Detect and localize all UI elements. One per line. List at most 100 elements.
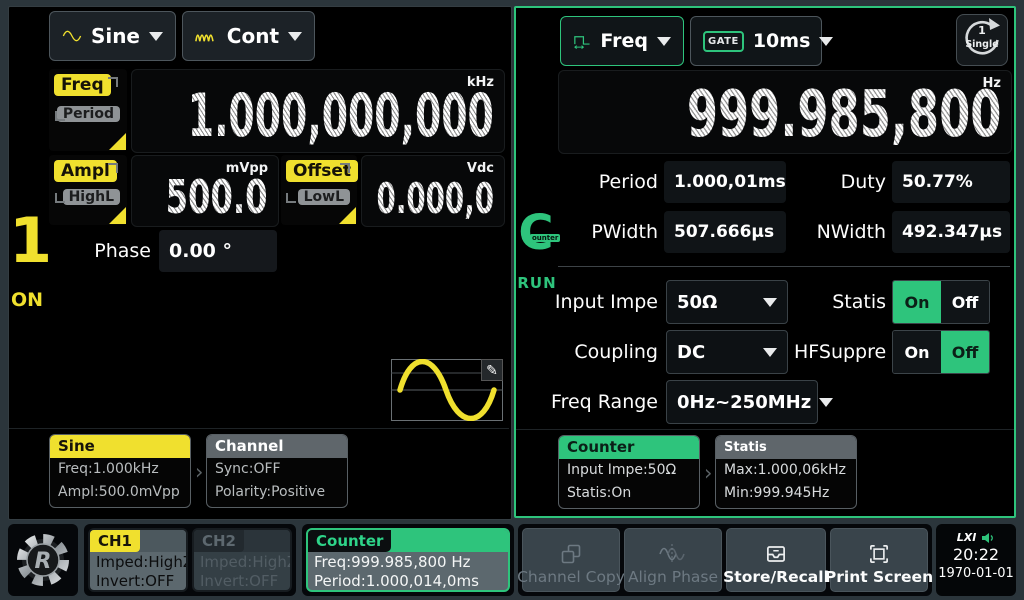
counter-function-select[interactable]: Freq bbox=[560, 16, 684, 66]
system-status-box: LXI 20:22 1970-01-01 bbox=[936, 524, 1016, 596]
statis-toggle: On Off bbox=[892, 280, 990, 324]
mode-select[interactable]: Cont bbox=[182, 11, 315, 61]
statis-info-max: Max:1.000,06kHz bbox=[716, 459, 856, 482]
corner-bracket bbox=[340, 163, 350, 173]
freq-value: 1.000,000,000 bbox=[188, 86, 494, 146]
counter-function-value: Freq bbox=[600, 30, 648, 52]
single-trigger-button[interactable]: 1 Single bbox=[956, 14, 1008, 66]
divider bbox=[516, 429, 1014, 430]
print-screen-label: Print Screen bbox=[825, 568, 933, 586]
freq-range-value: 0Hz~250MHz bbox=[677, 392, 811, 413]
hfsuppre-on-button[interactable]: On bbox=[893, 331, 941, 373]
period-alt-label: Period bbox=[57, 106, 120, 122]
statis-label: Statis bbox=[802, 280, 886, 324]
speaker-icon bbox=[981, 532, 995, 544]
gate-time-value: 10ms bbox=[753, 30, 811, 52]
chevron-down-icon bbox=[819, 37, 833, 46]
toggle-indicator-icon bbox=[109, 207, 126, 224]
offset-display[interactable]: Vdc 0.000,0 bbox=[361, 155, 505, 227]
print-screen-icon bbox=[866, 537, 892, 567]
counter-status-button[interactable]: Counter Freq:999.985,800 Hz Period:1.000… bbox=[306, 528, 510, 592]
coupling-label: Coupling bbox=[544, 330, 658, 374]
corner-bracket bbox=[108, 77, 118, 87]
freq-range-label: Freq Range bbox=[544, 380, 658, 424]
phase-input[interactable]: 0.00 ° bbox=[159, 230, 277, 272]
ch1-status-button[interactable]: CH1 Imped:HighZ Invert:OFF bbox=[88, 528, 188, 592]
input-impedance-select[interactable]: 50Ω bbox=[666, 280, 788, 324]
coupling-select[interactable]: DC bbox=[666, 330, 788, 374]
highl-alt-label: HighL bbox=[63, 189, 120, 205]
tab-counter-info[interactable]: Counter Input Impe:50Ω Statis:On bbox=[558, 435, 700, 509]
period-label: Period bbox=[548, 160, 658, 204]
corner-bracket bbox=[286, 193, 296, 203]
continuous-wave-icon bbox=[195, 25, 218, 47]
duty-value: 50.77% bbox=[892, 161, 1010, 203]
gear-logo-icon: R bbox=[15, 532, 71, 588]
pwidth-value: 507.666µs bbox=[664, 211, 786, 253]
hfsuppre-off-button[interactable]: Off bbox=[941, 331, 989, 373]
chevron-down-icon bbox=[288, 32, 302, 41]
channel-number: 1 bbox=[9, 209, 45, 273]
ch1-tab-label: CH1 bbox=[90, 530, 140, 552]
align-phase-label: Align Phase bbox=[628, 568, 718, 586]
counter-info-impe: Input Impe:50Ω bbox=[559, 459, 699, 482]
freq-range-select[interactable]: 0Hz~250MHz bbox=[666, 380, 818, 424]
counter-value: 999.985,800 bbox=[686, 83, 1001, 147]
statis-on-button[interactable]: On bbox=[893, 281, 941, 323]
frequency-display[interactable]: kHz 1.000,000,000 bbox=[131, 69, 505, 153]
edit-waveform-icon[interactable]: ✎ bbox=[481, 359, 503, 381]
ch1-impedance: Imped:HighZ bbox=[96, 553, 186, 572]
tab-statis-info[interactable]: Statis Max:1.000,06kHz Min:999.945Hz bbox=[715, 435, 857, 509]
freq-period-softkey[interactable]: Freq Period bbox=[49, 69, 127, 151]
counter-status-group: Counter Freq:999.985,800 Hz Period:1.000… bbox=[302, 524, 514, 596]
align-phase-button: Align Phase bbox=[624, 528, 722, 592]
ch2-impedance: Imped:HighZ bbox=[200, 553, 290, 572]
duty-label: Duty bbox=[806, 160, 886, 204]
mode-select-value: Cont bbox=[227, 24, 279, 48]
logo-group: R bbox=[8, 524, 78, 596]
counter-panel: C ounter RUN Freq GATE 10ms 1 Single bbox=[514, 6, 1016, 518]
waveform-select[interactable]: Sine bbox=[49, 11, 176, 61]
counter-main-display[interactable]: Hz 999.985,800 bbox=[558, 70, 1012, 154]
store-recall-button[interactable]: Store/Recall bbox=[726, 528, 826, 592]
channel-on-state: ON bbox=[9, 289, 45, 311]
single-label: Single bbox=[965, 39, 998, 50]
system-date: 1970-01-01 bbox=[936, 566, 1016, 581]
print-screen-button[interactable]: Print Screen bbox=[830, 528, 928, 592]
corner-bracket bbox=[55, 111, 65, 121]
gate-time-select[interactable]: GATE 10ms bbox=[690, 16, 822, 66]
rigol-logo[interactable]: R bbox=[15, 532, 71, 592]
hfsuppre-label: HFSuppre bbox=[794, 330, 886, 374]
period-value: 1.000,01ms bbox=[664, 161, 786, 203]
waveform-preview[interactable]: ✎ bbox=[391, 359, 503, 421]
input-impedance-label: Input Impe bbox=[544, 280, 658, 324]
hfsuppre-toggle: On Off bbox=[892, 330, 990, 374]
svg-text:R: R bbox=[35, 549, 52, 574]
phase-label: Phase bbox=[45, 229, 151, 273]
ampl-highl-softkey[interactable]: Ampl HighL bbox=[49, 155, 127, 225]
tab-sine-info[interactable]: Sine Freq:1.000kHz Ampl:500.0mVpp bbox=[49, 434, 191, 508]
counter-freq-readout: Freq:999.985,800 Hz bbox=[314, 553, 508, 572]
counter-info-statis: Statis:On bbox=[559, 482, 699, 505]
ch2-invert: Invert:OFF bbox=[200, 572, 290, 591]
lxi-label: LXI bbox=[957, 531, 977, 544]
ampl-value: 500.0 bbox=[166, 174, 268, 220]
lowl-alt-label: LowL bbox=[298, 189, 350, 205]
ch2-tab-label: CH2 bbox=[194, 530, 244, 552]
chevron-down-icon bbox=[819, 398, 833, 407]
system-time: 20:22 bbox=[936, 544, 1016, 566]
ch1-invert: Invert:OFF bbox=[96, 572, 186, 591]
divider bbox=[558, 266, 1010, 267]
counter-tab-title: Counter bbox=[559, 436, 699, 459]
tab-channel-info[interactable]: Channel Sync:OFF Polarity:Positive bbox=[206, 434, 348, 508]
amplitude-display[interactable]: mVpp 500.0 bbox=[131, 155, 279, 227]
toggle-indicator-icon bbox=[109, 133, 126, 150]
sine-icon bbox=[62, 25, 82, 47]
statis-off-button[interactable]: Off bbox=[941, 281, 989, 323]
offset-lowl-softkey[interactable]: Offset LowL bbox=[281, 155, 357, 225]
ch2-status-button[interactable]: CH2 Imped:HighZ Invert:OFF bbox=[192, 528, 292, 592]
divider bbox=[9, 428, 509, 429]
waveform-select-value: Sine bbox=[91, 24, 140, 48]
statis-tab-title: Statis bbox=[716, 436, 856, 459]
sine-info-ampl: Ampl:500.0mVpp bbox=[50, 481, 190, 504]
